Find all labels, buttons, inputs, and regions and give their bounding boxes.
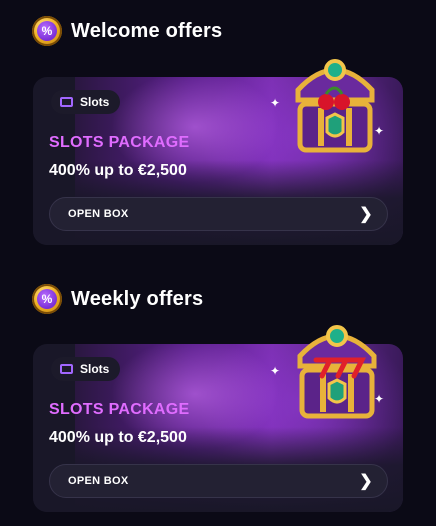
sparkle-icon: ✦: [270, 96, 281, 110]
section-header-weekly: % Weekly offers: [32, 284, 203, 314]
slot-machine-icon: [60, 364, 73, 374]
package-title: SLOTS PACKAGE: [49, 134, 190, 151]
section-title: Welcome offers: [71, 19, 223, 42]
percent-badge-icon: %: [32, 284, 62, 314]
open-box-button[interactable]: OPEN BOX ❯: [49, 197, 388, 231]
sparkle-icon: ✦: [270, 364, 281, 378]
slots-tag: Slots: [51, 357, 121, 381]
open-box-button[interactable]: OPEN BOX ❯: [49, 464, 388, 498]
sparkle-icon: ✦: [374, 124, 385, 138]
treasure-chest-cherries-icon: [295, 59, 375, 153]
section-header-welcome: % Welcome offers: [32, 16, 222, 46]
chevron-right-icon: ❯: [359, 206, 373, 223]
slot-machine-icon: [60, 97, 73, 107]
percent-badge-icon: %: [32, 16, 62, 46]
package-title: SLOTS PACKAGE: [49, 401, 190, 418]
treasure-chest-777-icon: [297, 325, 377, 419]
offer-amount: 400% up to €2,500: [49, 429, 187, 446]
sparkle-icon: ✦: [374, 392, 385, 406]
section-title: Weekly offers: [71, 287, 204, 310]
slots-tag: Slots: [51, 90, 121, 114]
chevron-right-icon: ❯: [359, 473, 373, 490]
offer-amount: 400% up to €2,500: [49, 162, 187, 179]
